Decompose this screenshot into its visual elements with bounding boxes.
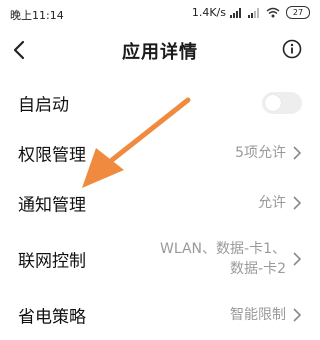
row-label: 联网控制: [18, 251, 86, 272]
autostart-toggle[interactable]: [262, 92, 302, 114]
row-value: 允许: [258, 195, 286, 211]
chevron-right-icon: [293, 252, 302, 266]
row-value: WLAN、数据-卡1、 数据-卡2: [160, 239, 286, 279]
chevron-right-icon: [293, 196, 302, 210]
title-bar: 应用详情: [0, 30, 320, 70]
row-permissions[interactable]: 权限管理 5项允许: [0, 128, 320, 178]
net-speed: 1.4K/s: [191, 6, 226, 19]
status-time: 晚上11:14: [10, 9, 64, 22]
row-notifications[interactable]: 通知管理 允许: [0, 178, 320, 228]
wifi-icon: [266, 7, 280, 18]
row-power-saving[interactable]: 省电策略 智能限制: [0, 290, 320, 340]
row-value: 5项允许: [235, 145, 286, 161]
battery-icon: 27: [286, 6, 310, 19]
row-network-control[interactable]: 联网控制 WLAN、数据-卡1、 数据-卡2: [0, 228, 320, 290]
row-label: 权限管理: [18, 145, 86, 166]
settings-list: 自启动 权限管理 5项允许 通知管理 允许 联网控制 WLAN、数据-卡1、 数…: [0, 78, 320, 340]
row-autostart[interactable]: 自启动: [0, 78, 320, 128]
page-title: 应用详情: [122, 42, 198, 63]
row-label: 自启动: [18, 95, 69, 116]
status-indicators: 1.4K/s 27: [192, 6, 310, 19]
info-icon[interactable]: [282, 39, 302, 59]
signal-icon: [230, 8, 241, 18]
row-label: 通知管理: [18, 195, 86, 216]
row-label: 省电策略: [18, 307, 86, 328]
row-value: 智能限制: [230, 307, 286, 323]
status-bar: 晚上11:14 1.4K/s 27: [0, 0, 320, 30]
chevron-right-icon: [293, 146, 302, 160]
row-value-line2: 数据-卡2: [230, 261, 286, 277]
signal-icon-2: [248, 8, 259, 18]
toggle-knob: [265, 95, 281, 111]
row-value-line1: WLAN、数据-卡1、: [160, 241, 286, 257]
